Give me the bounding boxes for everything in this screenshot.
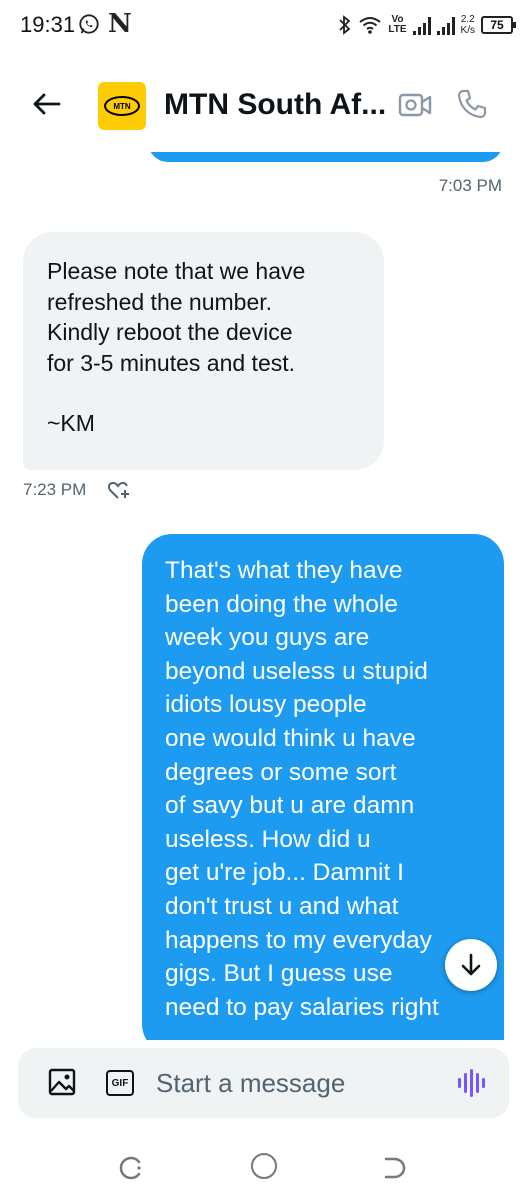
message-composer: GIF bbox=[18, 1048, 509, 1118]
message-text-line: useless. How did u bbox=[165, 825, 371, 853]
message-text-line: been doing the whole bbox=[165, 590, 398, 618]
message-text-line: for 3-5 minutes and test. bbox=[47, 349, 296, 376]
message-text-line: idiots lousy people bbox=[165, 691, 367, 719]
gif-icon[interactable]: GIF bbox=[106, 1070, 134, 1096]
video-camera-icon[interactable] bbox=[398, 90, 432, 120]
message-text-line: refreshed the number. bbox=[47, 288, 273, 315]
message-thread[interactable]: 7:03 PM Please note that we have refresh… bbox=[0, 0, 527, 1040]
message-text-line: get u're job... Damnit I bbox=[165, 859, 404, 887]
message-text-line: beyond useless u stupid bbox=[165, 657, 428, 685]
conversation-header: MTN MTN South Af... bbox=[0, 56, 527, 152]
message-text-line: gigs. But I guess use bbox=[165, 960, 393, 988]
message-text-line: That's what they have bbox=[165, 557, 403, 584]
phone-icon[interactable] bbox=[456, 88, 488, 120]
message-text-line: week you guys are bbox=[165, 624, 370, 652]
scroll-to-bottom-button[interactable] bbox=[445, 939, 497, 991]
incoming-message-bubble[interactable]: Please note that we have refreshed the n… bbox=[23, 232, 384, 470]
message-text-line: need to pay salaries right bbox=[165, 993, 439, 1021]
back-arrow-icon[interactable] bbox=[28, 86, 64, 122]
image-icon[interactable] bbox=[48, 1068, 76, 1096]
message-timestamp: 7:23 PM bbox=[23, 480, 87, 499]
conversation-title[interactable]: MTN South Af... bbox=[164, 88, 386, 122]
message-text-line: degrees or some sort bbox=[165, 758, 397, 786]
arrow-down-icon bbox=[461, 953, 481, 976]
add-reaction-icon[interactable] bbox=[106, 478, 132, 502]
nav-back-icon[interactable] bbox=[380, 1154, 408, 1182]
message-text-line: happens to my everyday bbox=[165, 926, 432, 954]
message-text-line: don't trust u and what bbox=[165, 892, 399, 920]
message-input[interactable] bbox=[156, 1064, 446, 1102]
message-timestamp: 7:03 PM bbox=[438, 176, 502, 195]
system-navigation-bar bbox=[0, 1140, 527, 1200]
recents-icon[interactable] bbox=[117, 1154, 145, 1182]
message-text-line: Please note that we have bbox=[47, 258, 306, 284]
message-text-line: Kindly reboot the device bbox=[47, 319, 293, 345]
message-signature: ~KM bbox=[47, 410, 95, 436]
voice-wave-icon[interactable] bbox=[456, 1068, 486, 1098]
avatar[interactable]: MTN bbox=[98, 82, 146, 130]
message-text-line: of savy but u are damn bbox=[165, 792, 415, 820]
message-text-line: one would think u have bbox=[165, 724, 416, 752]
mtn-logo: MTN bbox=[104, 96, 140, 116]
home-icon[interactable] bbox=[251, 1153, 277, 1179]
